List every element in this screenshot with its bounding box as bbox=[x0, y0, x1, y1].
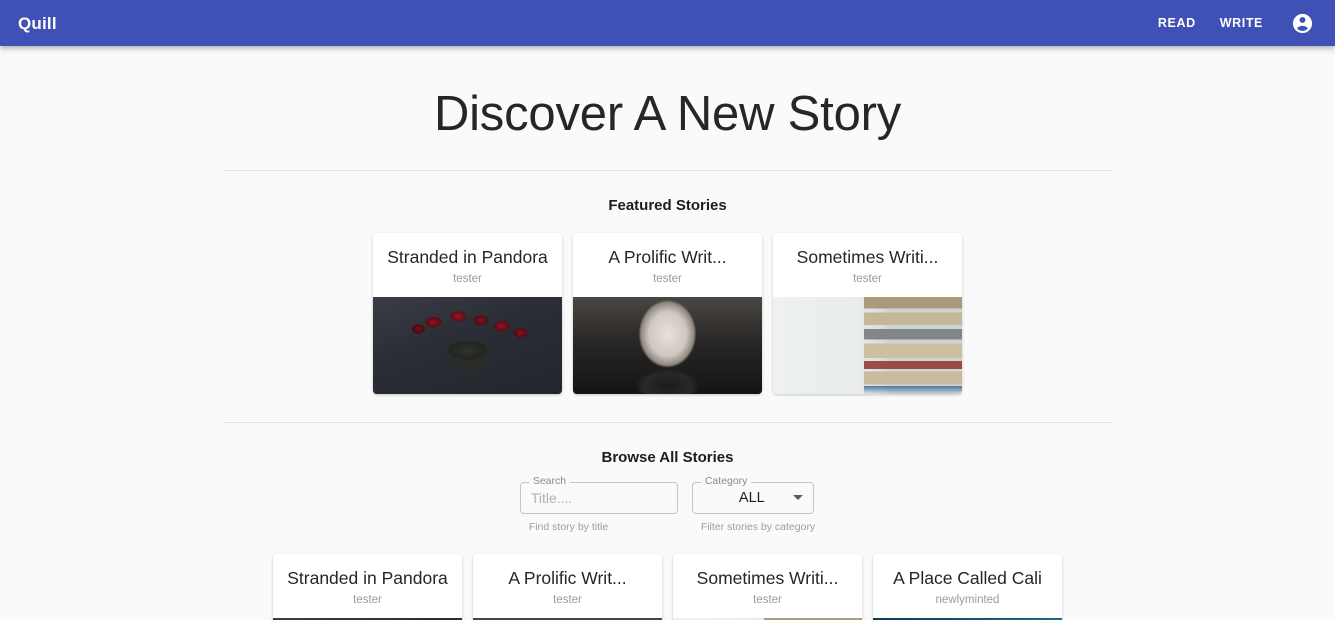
story-title: A Place Called Cali bbox=[893, 567, 1042, 588]
app-bar: Quill READ WRITE bbox=[0, 0, 1335, 46]
story-author: tester bbox=[353, 593, 382, 606]
story-card[interactable]: Sometimes Writi... tester bbox=[673, 553, 862, 620]
story-title: A Prolific Writ... bbox=[608, 246, 727, 267]
account-circle-icon[interactable] bbox=[1285, 6, 1319, 40]
story-card-body: Sometimes Writi... tester bbox=[773, 233, 962, 297]
category-label: Category bbox=[700, 476, 752, 487]
story-author: tester bbox=[853, 273, 882, 286]
story-title: Stranded in Pandora bbox=[387, 246, 548, 267]
story-title: A Prolific Writ... bbox=[508, 567, 627, 588]
story-card[interactable]: A Prolific Writ... tester bbox=[573, 232, 762, 394]
nav-link-write[interactable]: WRITE bbox=[1208, 10, 1275, 36]
story-card[interactable]: A Place Called Cali newlyminted bbox=[873, 553, 1062, 620]
story-card-body: A Prolific Writ... tester bbox=[573, 233, 762, 297]
featured-stories-row: Stranded in Pandora tester A Prolific Wr… bbox=[0, 232, 1335, 394]
chevron-down-icon[interactable] bbox=[792, 495, 803, 501]
story-author: tester bbox=[653, 273, 682, 286]
story-cover-image bbox=[573, 296, 762, 394]
search-helper-text: Find story by title bbox=[528, 520, 609, 533]
category-field: Category ALL Filter stories by category bbox=[691, 476, 816, 533]
story-cover-image bbox=[773, 296, 962, 394]
story-cover-image bbox=[373, 296, 562, 394]
story-card-body: A Prolific Writ... tester bbox=[473, 554, 662, 618]
story-card[interactable]: Stranded in Pandora tester bbox=[373, 232, 562, 394]
story-card[interactable]: Sometimes Writi... tester bbox=[773, 232, 962, 394]
category-select[interactable]: Category ALL bbox=[691, 476, 814, 514]
category-selected-value: ALL bbox=[738, 489, 765, 506]
story-author: newlyminted bbox=[935, 593, 1000, 606]
divider-top bbox=[223, 169, 1112, 171]
story-card-body: Stranded in Pandora tester bbox=[373, 233, 562, 297]
brand-logo[interactable]: Quill bbox=[18, 15, 57, 32]
nav-links: READ WRITE bbox=[1146, 6, 1319, 40]
story-title: Sometimes Writi... bbox=[696, 567, 839, 588]
category-helper-text: Filter stories by category bbox=[700, 520, 816, 533]
divider-bottom bbox=[223, 421, 1112, 423]
search-field: Search Find story by title bbox=[519, 476, 678, 533]
story-author: tester bbox=[753, 593, 782, 606]
story-title: Sometimes Writi... bbox=[796, 246, 939, 267]
story-card-body: Stranded in Pandora tester bbox=[273, 554, 462, 618]
search-input[interactable] bbox=[520, 482, 677, 513]
featured-section-title: Featured Stories bbox=[608, 196, 727, 214]
story-author: tester bbox=[453, 273, 482, 286]
page-title: Discover A New Story bbox=[433, 87, 902, 141]
story-card[interactable]: A Prolific Writ... tester bbox=[473, 553, 662, 620]
story-card-body: Sometimes Writi... tester bbox=[673, 554, 862, 618]
search-input-outline[interactable]: Search bbox=[519, 476, 678, 514]
story-card-body: A Place Called Cali newlyminted bbox=[873, 554, 1062, 618]
browse-controls: Search Find story by title Category ALL … bbox=[0, 476, 1335, 533]
browse-section-title: Browse All Stories bbox=[601, 448, 734, 466]
browse-stories-row: Stranded in Pandora tester A Prolific Wr… bbox=[0, 553, 1335, 620]
story-author: tester bbox=[553, 593, 582, 606]
story-title: Stranded in Pandora bbox=[287, 567, 448, 588]
page-content: Discover A New Story Featured Stories St… bbox=[0, 46, 1335, 620]
nav-link-read[interactable]: READ bbox=[1146, 10, 1208, 36]
story-card[interactable]: Stranded in Pandora tester bbox=[273, 553, 462, 620]
